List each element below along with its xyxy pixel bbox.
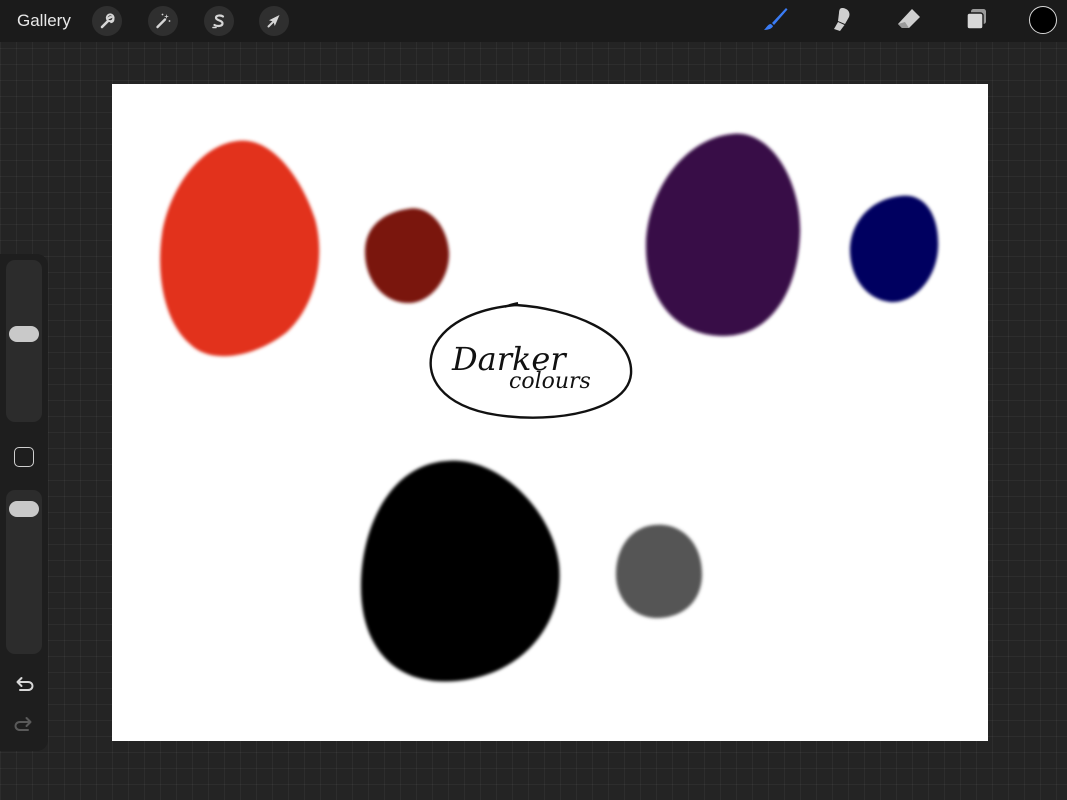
layers-icon: [961, 4, 991, 39]
gallery-button[interactable]: Gallery: [17, 10, 71, 32]
brush-size-thumb[interactable]: [9, 326, 39, 343]
selection-button[interactable]: [204, 6, 234, 36]
selection-s-icon: [210, 12, 228, 30]
adjustments-button[interactable]: [148, 6, 178, 36]
actions-button[interactable]: [92, 6, 122, 36]
canvas-artwork: Darker colours: [160, 133, 939, 682]
opacity-thumb[interactable]: [9, 501, 39, 517]
purple-blob: [645, 133, 801, 337]
undo-arrow-icon: [12, 672, 36, 701]
brush-tool-button[interactable]: [758, 4, 792, 38]
top-toolbar: Gallery: [0, 0, 1067, 42]
arrow-cursor-icon: [265, 12, 283, 30]
gray-blob: [615, 524, 703, 619]
layers-button[interactable]: [959, 4, 993, 38]
undo-button[interactable]: [12, 674, 36, 698]
black-blob: [360, 460, 560, 682]
drawing-canvas[interactable]: Darker colours: [112, 84, 988, 741]
redo-arrow-icon: [12, 712, 36, 741]
annotation-line-2: colours: [509, 369, 591, 394]
transform-button[interactable]: [259, 6, 289, 36]
eraser-tool-button[interactable]: [892, 4, 926, 38]
smudge-tool-button[interactable]: [825, 4, 859, 38]
color-picker-button[interactable]: [1029, 6, 1057, 34]
modify-button[interactable]: [14, 447, 34, 467]
brush-icon: [760, 4, 790, 39]
eraser-icon: [894, 4, 924, 39]
dark-red-blob: [365, 208, 450, 304]
side-toolbar: [0, 254, 48, 751]
opacity-slider[interactable]: [6, 490, 42, 654]
redo-button[interactable]: [12, 714, 36, 738]
red-blob: [160, 140, 320, 357]
magic-wand-icon: [154, 12, 172, 30]
smudge-icon: [827, 4, 857, 39]
brush-size-slider[interactable]: [6, 260, 42, 422]
navy-blob: [849, 195, 939, 303]
wrench-icon: [98, 12, 116, 30]
